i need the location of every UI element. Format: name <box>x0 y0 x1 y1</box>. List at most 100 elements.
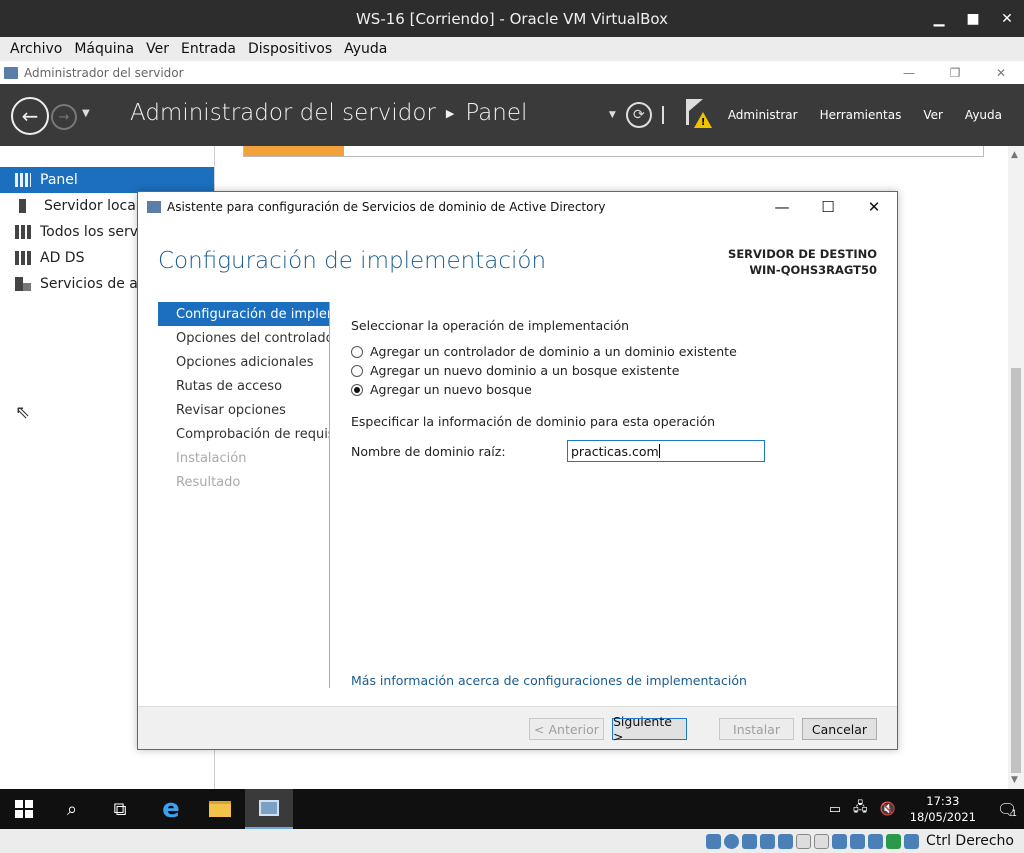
breadcrumb-dropdown-icon[interactable]: ▼ <box>609 110 616 120</box>
keyboard-icon[interactable]: ▭ <box>829 802 841 817</box>
sidebar-item-label: Todos los servid <box>40 224 151 240</box>
wizard-app-icon <box>147 201 161 213</box>
volume-muted-icon[interactable]: 🔇 <box>880 802 896 817</box>
sm-restore-button[interactable]: ❐ <box>932 61 978 84</box>
wizard-step-rutas-acceso[interactable]: Rutas de acceso <box>158 374 329 398</box>
internet-explorer-icon[interactable]: e <box>147 789 195 829</box>
radio-add-domain-existing-forest[interactable]: Agregar un nuevo dominio a un bosque exi… <box>351 361 871 380</box>
previous-button[interactable]: < Anterior <box>529 718 604 740</box>
radio-add-dc-existing-domain[interactable]: Agregar un controlador de dominio a un d… <box>351 342 871 361</box>
scroll-down-icon[interactable]: ▼ <box>1011 775 1018 785</box>
breadcrumb-current: Panel <box>465 100 528 126</box>
radio-add-new-forest[interactable]: Agregar un nuevo bosque <box>351 380 871 399</box>
server-manager-taskbar-icon[interactable] <box>245 789 293 829</box>
vbox-menu-maquina[interactable]: Máquina <box>69 41 141 57</box>
server-manager-header: ← → ▼ Administrador del servidor ▶ Panel… <box>0 84 1024 146</box>
wizard-close-button[interactable]: ✕ <box>851 192 897 222</box>
sm-minimize-button[interactable]: — <box>886 61 932 84</box>
wizard-steps: Configuración de implem... Opciones del … <box>158 302 330 688</box>
action-center-icon[interactable]: 🗨 1 <box>990 789 1024 829</box>
root-domain-row: Nombre de dominio raíz: practicas.com <box>351 440 771 462</box>
refresh-icon[interactable]: ⟳ <box>625 102 652 128</box>
shared-folders-icon[interactable] <box>795 833 811 849</box>
vbox-menu-dispositivos[interactable]: Dispositivos <box>243 41 339 57</box>
header-divider <box>661 106 664 124</box>
file-services-icon <box>15 277 31 291</box>
sm-close-button[interactable]: ✕ <box>978 61 1024 84</box>
vbox-menu-ayuda[interactable]: Ayuda <box>339 41 394 57</box>
network-adapter-icon[interactable] <box>759 833 775 849</box>
wizard-heading: Configuración de implementación <box>158 248 547 274</box>
clock[interactable]: 17:33 18/05/2021 <box>910 793 976 825</box>
vbox-maximize-button[interactable]: ■ <box>956 0 990 37</box>
vbox-menu-archivo[interactable]: Archivo <box>0 41 69 57</box>
menu-ver[interactable]: Ver <box>917 108 959 122</box>
radio-button[interactable] <box>351 345 363 358</box>
root-domain-input[interactable]: practicas.com <box>567 440 765 462</box>
start-button[interactable] <box>0 789 48 829</box>
display-icon[interactable] <box>813 833 829 849</box>
vbox-menu-ver[interactable]: Ver <box>141 41 176 57</box>
vbox-minimize-button[interactable]: ▁ <box>922 0 956 37</box>
guest-screen: Administrador del servidor — ❐ ✕ ← → ▼ A… <box>0 61 1024 829</box>
network-icon[interactable]: 🖧 <box>853 798 868 820</box>
radio-label: Agregar un nuevo dominio a un bosque exi… <box>370 363 680 378</box>
sidebar-item-label: AD DS <box>40 250 85 266</box>
history-dropdown-icon[interactable]: ▼ <box>82 108 90 119</box>
task-view-icon[interactable]: ⧉ <box>96 789 144 829</box>
virtualization-icon[interactable] <box>849 833 865 849</box>
root-domain-label: Nombre de dominio raíz: <box>351 443 506 459</box>
next-button[interactable]: Siguiente > <box>612 714 687 744</box>
sidebar-item-panel[interactable]: Panel <box>0 167 214 193</box>
wizard-maximize-button[interactable]: ☐ <box>805 192 851 222</box>
radio-button-selected[interactable] <box>351 383 363 396</box>
optical-drive-icon[interactable] <box>723 833 739 849</box>
vbox-menu-entrada[interactable]: Entrada <box>176 41 243 57</box>
main-scrollbar[interactable]: ▲ ▼ <box>1008 146 1024 789</box>
wizard-step-opciones-adicionales[interactable]: Opciones adicionales <box>158 350 329 374</box>
wizard-step-configuracion[interactable]: Configuración de implem... <box>158 302 329 326</box>
menu-administrar[interactable]: Administrar <box>722 108 814 122</box>
cpu-icon[interactable] <box>867 833 883 849</box>
dashboard-icon <box>15 173 31 187</box>
wizard-footer: < Anterior Siguiente > Instalar Cancelar <box>138 706 897 749</box>
info-panel <box>243 146 984 157</box>
install-button[interactable]: Instalar <box>719 718 794 740</box>
menu-herramientas[interactable]: Herramientas <box>814 108 918 122</box>
recording-icon[interactable] <box>831 833 847 849</box>
clock-date: 18/05/2021 <box>909 810 976 824</box>
sidebar-item-label: Servidor local <box>44 198 140 214</box>
windows-logo-icon <box>15 800 33 818</box>
back-arrow-icon[interactable]: ← <box>11 97 49 135</box>
mouse-pointer-icon: ⇖ <box>15 402 31 423</box>
cancel-button[interactable]: Cancelar <box>802 718 877 740</box>
mouse-integration-icon[interactable] <box>885 833 901 849</box>
destination-server: SERVIDOR DE DESTINO WIN-QOHS3RAGT50 <box>728 246 877 278</box>
wizard-minimize-button[interactable]: — <box>759 192 805 222</box>
file-explorer-icon[interactable] <box>196 789 244 829</box>
more-info-link[interactable]: Más información acerca de configuracione… <box>351 673 747 688</box>
vbox-close-button[interactable]: ✕ <box>990 0 1024 37</box>
wizard-step-opciones-controlador[interactable]: Opciones del controlador... <box>158 326 329 350</box>
wizard-title-bar: Asistente para configuración de Servicio… <box>138 192 897 222</box>
scroll-up-icon[interactable]: ▲ <box>1011 150 1018 160</box>
audio-icon[interactable] <box>741 833 757 849</box>
radio-button[interactable] <box>351 364 363 377</box>
vbox-window-title: WS-16 [Corriendo] - Oracle VM VirtualBox <box>355 9 669 28</box>
wizard-step-revisar-opciones[interactable]: Revisar opciones <box>158 398 329 422</box>
server-manager-window-title: Administrador del servidor <box>24 65 184 80</box>
clock-time: 17:33 <box>926 794 960 808</box>
hard-disk-icon[interactable] <box>705 833 721 849</box>
destination-label: SERVIDOR DE DESTINO <box>728 247 877 261</box>
notifications-flag-icon[interactable]: ! <box>684 97 714 133</box>
wizard-window-title: Asistente para configuración de Servicio… <box>167 200 606 214</box>
scrollbar-thumb[interactable] <box>1011 368 1021 773</box>
wizard-content: Seleccionar la operación de implementaci… <box>351 318 871 462</box>
usb-icon[interactable] <box>777 833 793 849</box>
menu-ayuda[interactable]: Ayuda <box>959 108 1024 122</box>
wizard-step-instalacion: Instalación <box>176 450 247 466</box>
search-icon[interactable]: ⌕ <box>48 789 96 829</box>
forward-arrow-icon[interactable]: → <box>51 104 77 130</box>
wizard-step-comprobacion[interactable]: Comprobación de requisi... <box>158 422 329 446</box>
host-key-arrow-icon[interactable] <box>903 833 919 849</box>
